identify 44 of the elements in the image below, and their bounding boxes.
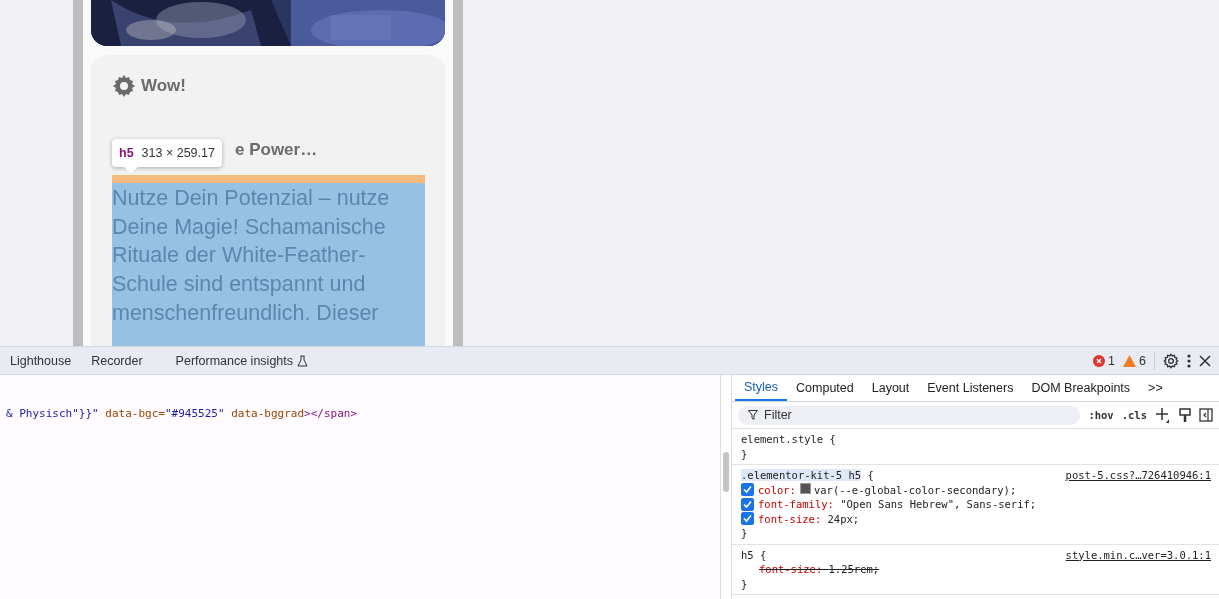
gear-icon	[112, 74, 136, 98]
panel-tab[interactable]: Styles	[735, 375, 788, 401]
error-icon[interactable]	[1093, 354, 1106, 367]
checkbox[interactable]	[741, 512, 754, 526]
settings-icon[interactable]	[1163, 352, 1179, 369]
panel-tab[interactable]: Event Listeners	[918, 375, 1023, 401]
plus-icon[interactable]	[1155, 407, 1171, 423]
sidebar-toggle-icon[interactable]	[1199, 408, 1213, 422]
card-paragraph: Nutze Dein Potenzial – nutze Deine Magie! Schamanische Rituale der White-Feather-Schule sind entspannt und menschenfreundlich. Dieser	[112, 183, 425, 346]
css-declaration: font-family: "Open Sans Hebrew", Sans-serif;	[758, 497, 1037, 512]
card-heading: e Power…	[235, 139, 319, 161]
scrollbar-thumb[interactable]	[723, 452, 729, 492]
toggle-button[interactable]: :hov	[1088, 409, 1114, 421]
filter-icon	[748, 410, 758, 420]
more-icon[interactable]	[1187, 353, 1191, 368]
close-icon[interactable]	[1199, 354, 1211, 367]
css-declaration: font-size: 24px;	[758, 511, 860, 526]
warning-count[interactable]: 6	[1139, 353, 1146, 368]
css-selector[interactable]: h5 {	[741, 547, 767, 562]
source-link[interactable]: style.min.c…ver=3.0.1:1	[1065, 547, 1211, 562]
devtools-tab[interactable]: Performance insights	[165, 347, 318, 374]
error-count[interactable]: 1	[1108, 353, 1116, 368]
filter-field[interactable]: Filter	[738, 405, 1081, 425]
css-selector[interactable]: element.style {	[741, 432, 836, 447]
checkbox[interactable]	[741, 497, 754, 511]
more-tabs-button[interactable]: >>	[1139, 375, 1172, 401]
devtools-tab[interactable]: Lighthouse	[0, 347, 82, 374]
closing-brace: }	[741, 447, 748, 460]
checkbox[interactable]	[741, 483, 754, 497]
tooltip-size: 313 × 259.17	[141, 146, 215, 160]
card-title: Wow!	[141, 76, 186, 96]
panel-tab[interactable]: Layout	[862, 375, 919, 401]
paint-roller-icon[interactable]	[1179, 407, 1191, 423]
devtools-tab[interactable]: Recorder	[81, 347, 153, 374]
panel-tab[interactable]: DOM Breakpoints	[1022, 375, 1140, 401]
closing-brace: }	[741, 527, 748, 539]
css-declaration: font-size: 1.25rem;	[759, 562, 880, 577]
source-link[interactable]: post-5.css?…726410946:1	[1065, 468, 1211, 483]
code-line: & Physisch"}}" data-bgc="#945525" data-bggrad></span>	[5, 407, 359, 420]
panel-tab[interactable]: Computed	[787, 375, 863, 401]
toggle-button[interactable]: .cls	[1121, 409, 1147, 421]
tooltip-tag: h5	[119, 146, 134, 160]
css-declaration: color: var(--e-global-color-secondary);	[758, 482, 1017, 497]
closing-brace: }	[741, 577, 748, 590]
